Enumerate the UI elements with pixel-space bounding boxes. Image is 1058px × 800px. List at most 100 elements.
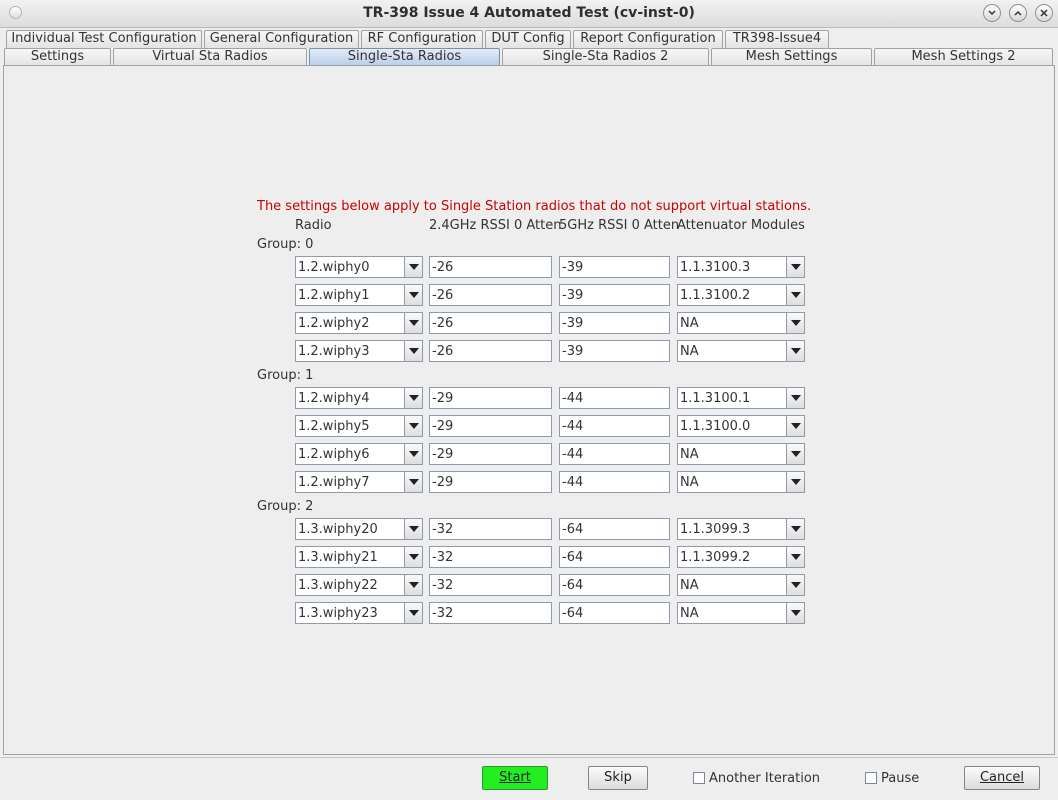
dropdown-arrow-icon[interactable] <box>786 519 804 539</box>
radio-select[interactable]: 1.3.wiphy20 <box>295 518 423 540</box>
rssi-5ghz-input[interactable]: -39 <box>559 340 670 362</box>
attenuator-select[interactable]: NA <box>677 574 805 596</box>
rssi-24ghz-input[interactable]: -26 <box>429 312 552 334</box>
attenuator-select[interactable]: 1.1.3100.3 <box>677 256 805 278</box>
rssi-24ghz-input[interactable]: -29 <box>429 415 552 437</box>
dropdown-arrow-icon[interactable] <box>404 547 422 567</box>
tab-dut-config[interactable]: DUT Config <box>485 30 571 48</box>
rssi-24ghz-input[interactable]: -26 <box>429 256 552 278</box>
dropdown-arrow-icon[interactable] <box>404 257 422 277</box>
radio-select[interactable]: 1.3.wiphy22 <box>295 574 423 596</box>
rssi-5ghz-input[interactable]: -39 <box>559 312 670 334</box>
attenuator-select[interactable]: NA <box>677 443 805 465</box>
tab-tr398-issue4[interactable]: TR398-Issue4 <box>725 30 829 48</box>
attenuator-select[interactable]: 1.1.3100.2 <box>677 284 805 306</box>
dropdown-arrow-icon[interactable] <box>404 341 422 361</box>
rssi-5ghz-value: -44 <box>562 391 584 406</box>
rssi-5ghz-input[interactable]: -44 <box>559 443 670 465</box>
dropdown-arrow-icon[interactable] <box>404 416 422 436</box>
group-label: Group: 1 <box>257 368 314 383</box>
radio-select[interactable]: 1.2.wiphy3 <box>295 340 423 362</box>
rssi-5ghz-input[interactable]: -44 <box>559 471 670 493</box>
dropdown-arrow-icon[interactable] <box>786 341 804 361</box>
attenuator-select[interactable]: 1.1.3099.3 <box>677 518 805 540</box>
rssi-24ghz-input[interactable]: -32 <box>429 574 552 596</box>
maximize-icon[interactable] <box>1009 4 1027 22</box>
rssi-24ghz-input[interactable]: -32 <box>429 546 552 568</box>
radio-select[interactable]: 1.2.wiphy5 <box>295 415 423 437</box>
dropdown-arrow-icon[interactable] <box>786 257 804 277</box>
dropdown-arrow-icon[interactable] <box>786 313 804 333</box>
dropdown-arrow-icon[interactable] <box>404 388 422 408</box>
dropdown-arrow-icon[interactable] <box>404 575 422 595</box>
rssi-24ghz-input[interactable]: -29 <box>429 443 552 465</box>
rssi-24ghz-input[interactable]: -32 <box>429 518 552 540</box>
dropdown-arrow-icon[interactable] <box>404 472 422 492</box>
minimize-icon[interactable] <box>983 4 1001 22</box>
rssi-5ghz-value: -39 <box>562 316 584 331</box>
tab-general-configuration[interactable]: General Configuration <box>204 30 359 48</box>
dropdown-arrow-icon[interactable] <box>786 472 804 492</box>
dropdown-arrow-icon[interactable] <box>786 416 804 436</box>
dropdown-arrow-icon[interactable] <box>786 444 804 464</box>
rssi-24ghz-input[interactable]: -32 <box>429 602 552 624</box>
rssi-24ghz-input[interactable]: -26 <box>429 340 552 362</box>
rssi-5ghz-input[interactable]: -64 <box>559 518 670 540</box>
rssi-24ghz-input[interactable]: -26 <box>429 284 552 306</box>
tab-rf-configuration[interactable]: RF Configuration <box>361 30 483 48</box>
attenuator-select[interactable]: NA <box>677 312 805 334</box>
rssi-5ghz-input[interactable]: -39 <box>559 284 670 306</box>
attenuator-select[interactable]: 1.1.3100.0 <box>677 415 805 437</box>
rssi-5ghz-input[interactable]: -44 <box>559 415 670 437</box>
dropdown-arrow-icon[interactable] <box>786 575 804 595</box>
attenuator-select[interactable]: NA <box>677 340 805 362</box>
pause-checkbox[interactable] <box>865 772 877 784</box>
rssi-5ghz-input[interactable]: -44 <box>559 387 670 409</box>
tab-settings[interactable]: Settings <box>4 48 111 66</box>
dropdown-arrow-icon[interactable] <box>404 519 422 539</box>
dropdown-arrow-icon[interactable] <box>404 313 422 333</box>
dropdown-arrow-icon[interactable] <box>786 547 804 567</box>
attenuator-select[interactable]: NA <box>677 471 805 493</box>
radio-select[interactable]: 1.3.wiphy21 <box>295 546 423 568</box>
rssi-24ghz-input[interactable]: -29 <box>429 471 552 493</box>
rssi-24ghz-input[interactable]: -29 <box>429 387 552 409</box>
attenuator-select[interactable]: NA <box>677 602 805 624</box>
tab-report-configuration[interactable]: Report Configuration <box>573 30 723 48</box>
tab-mesh-settings[interactable]: Mesh Settings <box>711 48 872 66</box>
attenuator-select[interactable]: 1.1.3099.2 <box>677 546 805 568</box>
another-iteration-checkbox[interactable] <box>693 772 705 784</box>
start-button-label: Start <box>499 770 531 785</box>
radio-select[interactable]: 1.2.wiphy6 <box>295 443 423 465</box>
tab-single-sta-radios-2[interactable]: Single-Sta Radios 2 <box>502 48 709 66</box>
rssi-5ghz-input[interactable]: -39 <box>559 256 670 278</box>
radio-select[interactable]: 1.2.wiphy2 <box>295 312 423 334</box>
dropdown-arrow-icon[interactable] <box>786 603 804 623</box>
dropdown-arrow-icon[interactable] <box>404 444 422 464</box>
radio-select[interactable]: 1.2.wiphy4 <box>295 387 423 409</box>
tab-single-sta-radios[interactable]: Single-Sta Radios <box>309 48 500 66</box>
start-button[interactable]: Start <box>482 766 548 790</box>
rssi-5ghz-input[interactable]: -64 <box>559 574 670 596</box>
rssi-5ghz-input[interactable]: -64 <box>559 602 670 624</box>
dropdown-arrow-icon[interactable] <box>404 285 422 305</box>
rssi-5ghz-input[interactable]: -64 <box>559 546 670 568</box>
attenuator-select-value: NA <box>680 578 699 593</box>
rssi-5ghz-value: -64 <box>562 550 584 565</box>
tab-individual-test-configuration[interactable]: Individual Test Configuration <box>6 30 202 48</box>
header-radio: Radio <box>295 218 332 233</box>
dropdown-arrow-icon[interactable] <box>404 603 422 623</box>
attenuator-select[interactable]: 1.1.3100.1 <box>677 387 805 409</box>
dropdown-arrow-icon[interactable] <box>786 388 804 408</box>
cancel-button[interactable]: Cancel <box>964 766 1040 790</box>
tab-virtual-sta-radios[interactable]: Virtual Sta Radios <box>113 48 307 66</box>
radio-select[interactable]: 1.2.wiphy1 <box>295 284 423 306</box>
dropdown-arrow-icon[interactable] <box>786 285 804 305</box>
radio-select[interactable]: 1.3.wiphy23 <box>295 602 423 624</box>
close-icon[interactable] <box>1035 4 1053 22</box>
skip-button[interactable]: Skip <box>588 766 648 790</box>
radio-select-value: 1.2.wiphy0 <box>298 260 370 275</box>
radio-select[interactable]: 1.2.wiphy0 <box>295 256 423 278</box>
tab-mesh-settings-2[interactable]: Mesh Settings 2 <box>874 48 1053 66</box>
radio-select[interactable]: 1.2.wiphy7 <box>295 471 423 493</box>
